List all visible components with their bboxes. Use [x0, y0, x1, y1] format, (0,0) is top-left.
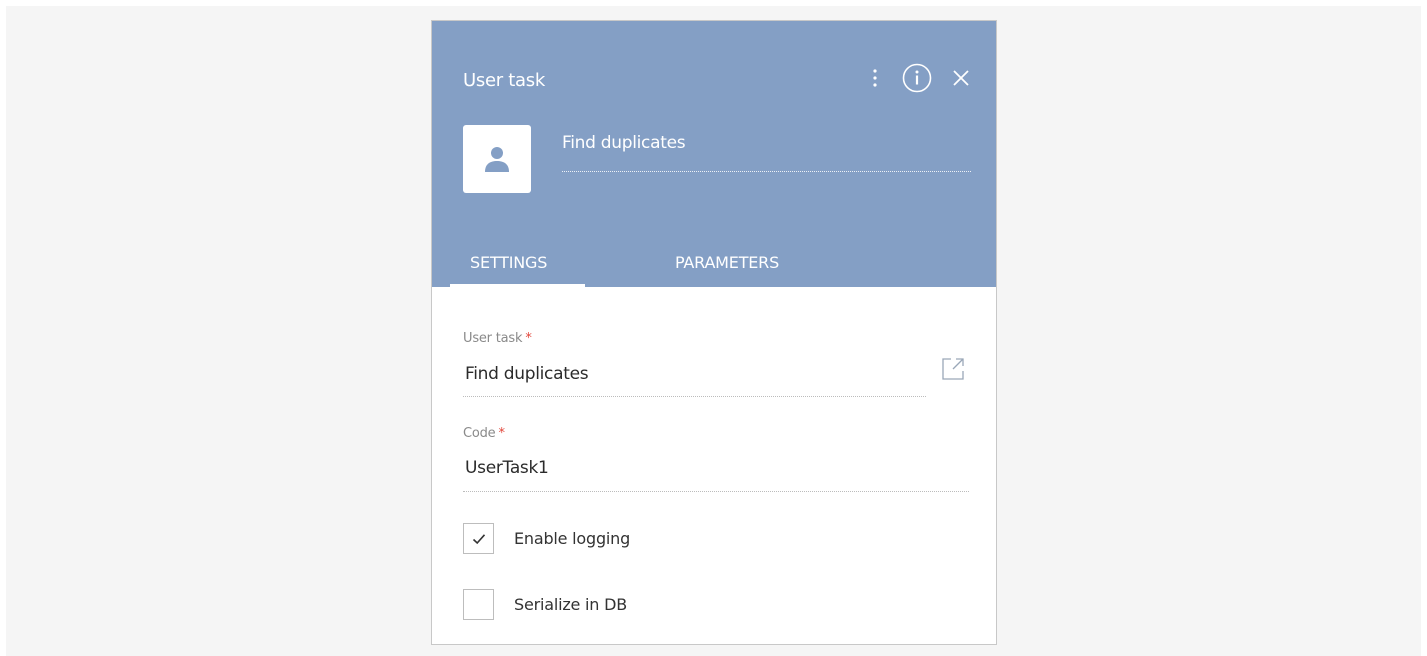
enable-logging-label: Enable logging: [514, 529, 631, 548]
required-marker: *: [525, 331, 532, 346]
user-icon: [485, 147, 509, 172]
settings-tab-content: User task * Find duplicates Code * UserTas…: [432, 287, 996, 644]
open-user-task-button[interactable]: [938, 354, 968, 384]
more-options-button[interactable]: [866, 63, 884, 93]
user-task-field-label: User task *: [463, 331, 532, 346]
user-task-field-underline: [463, 396, 926, 397]
vertical-ellipsis-icon: [873, 69, 877, 87]
tab-settings[interactable]: SETTINGS: [450, 243, 585, 287]
close-icon: [953, 70, 969, 86]
serialize-in-db-checkbox-row[interactable]: Serialize in DB: [463, 589, 627, 620]
tab-parameters[interactable]: PARAMETERS: [585, 243, 785, 287]
element-name-value: Find duplicates: [562, 133, 686, 153]
panel-title: User task: [463, 70, 545, 91]
panel-header: User task Find duplicates SETTINGS PARAM…: [432, 21, 996, 287]
code-field-label: Code *: [463, 426, 505, 441]
code-label-text: Code: [463, 426, 496, 441]
enable-logging-checkbox[interactable]: [463, 523, 494, 554]
serialize-in-db-label: Serialize in DB: [514, 595, 628, 614]
tab-bar: SETTINGS PARAMETERS: [450, 243, 785, 287]
tab-settings-label: SETTINGS: [470, 253, 548, 272]
checkmark-icon: [472, 533, 485, 544]
user-task-avatar: [463, 125, 531, 193]
code-input[interactable]: UserTask1: [465, 458, 549, 478]
user-task-label-text: User task: [463, 331, 523, 346]
tab-parameters-label: PARAMETERS: [675, 253, 780, 272]
open-in-new-icon: [942, 358, 964, 380]
enable-logging-checkbox-row[interactable]: Enable logging: [463, 523, 630, 554]
required-marker: *: [498, 426, 505, 441]
info-circle-icon: [902, 63, 932, 93]
close-button[interactable]: [950, 63, 972, 93]
user-task-properties-panel: User task Find duplicates SETTINGS PARAM…: [431, 20, 997, 645]
code-field-underline: [463, 491, 969, 492]
header-actions: [866, 63, 972, 93]
user-task-input[interactable]: Find duplicates: [465, 364, 589, 384]
element-name-field[interactable]: Find duplicates: [562, 133, 971, 172]
info-button[interactable]: [902, 63, 932, 93]
serialize-in-db-checkbox[interactable]: [463, 589, 494, 620]
